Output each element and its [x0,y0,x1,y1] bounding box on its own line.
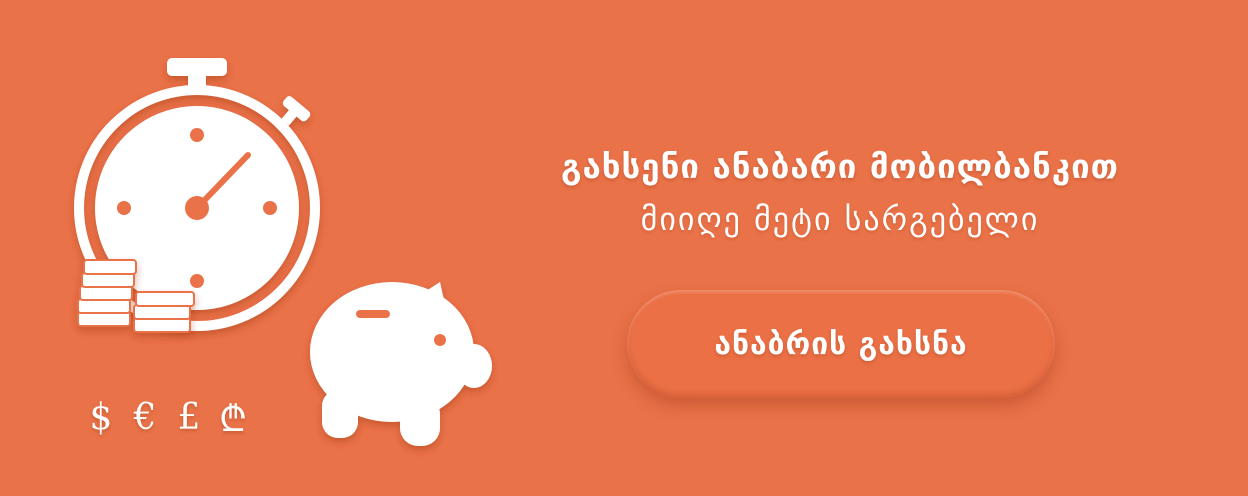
savings-illustration [74,58,492,446]
piggy-bank-icon [310,282,492,446]
banner-headline: გახსენი ანაბარი მობილბანკით [560,147,1120,186]
banner-subheadline: მიიღე მეტი სარგებელი [640,200,1040,238]
euro-symbol: € [133,396,157,438]
dollar-symbol: $ [89,396,113,438]
open-deposit-button[interactable]: ანაბრის გახსნა [627,290,1055,398]
promo-banner: $ € £ ₾ გახსენი ანაბარი მობილბანკით მიიღ… [0,0,1248,496]
lari-symbol: ₾ [219,398,247,440]
currency-symbols: $ € £ ₾ [86,392,266,442]
pound-symbol: £ [177,396,201,438]
